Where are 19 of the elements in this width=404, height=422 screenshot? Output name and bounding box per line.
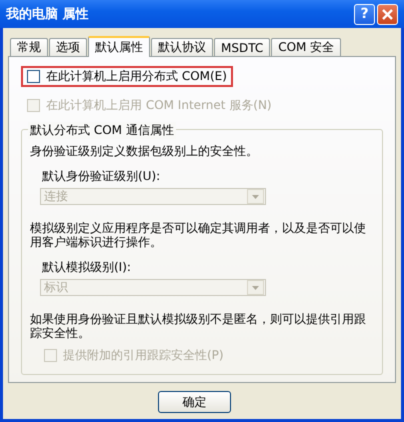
checkbox[interactable] bbox=[27, 70, 40, 83]
group-title: 默认分布式 COM 通信属性 bbox=[28, 122, 176, 139]
ok-button[interactable]: 确定 bbox=[158, 391, 231, 413]
checkbox-label[interactable]: 在此计算机上启用分布式 COM(E) bbox=[46, 68, 227, 85]
window-title: 我的电脑 属性 bbox=[6, 6, 90, 23]
dropdown-label: 默认身份验证级别(U): bbox=[42, 168, 162, 185]
description-text: 如果使用身份验证且默认模拟级别不是匿名，则可以提供引用跟踪安全性。 bbox=[30, 312, 367, 340]
tab[interactable]: 常规 bbox=[10, 38, 48, 56]
tab[interactable]: COM 安全 bbox=[271, 38, 342, 56]
description-text: 身份验证级别定义数据包级别上的安全性。 bbox=[30, 144, 259, 158]
dropdown-label: 默认模拟级别(I): bbox=[42, 259, 132, 276]
tab[interactable]: MSDTC bbox=[214, 38, 270, 56]
tab[interactable]: 选项 bbox=[49, 38, 87, 56]
tab[interactable]: 默认协议 bbox=[151, 38, 213, 56]
description-text: 模拟级别定义应用程序是否可以确定其调用者，以及是否可以使用客户端标识进行操作。 bbox=[30, 221, 367, 249]
close-button[interactable] bbox=[377, 4, 398, 24]
tab[interactable]: 默认属性 bbox=[88, 36, 150, 57]
close-icon bbox=[381, 8, 394, 20]
help-button[interactable]: ? bbox=[354, 4, 375, 24]
